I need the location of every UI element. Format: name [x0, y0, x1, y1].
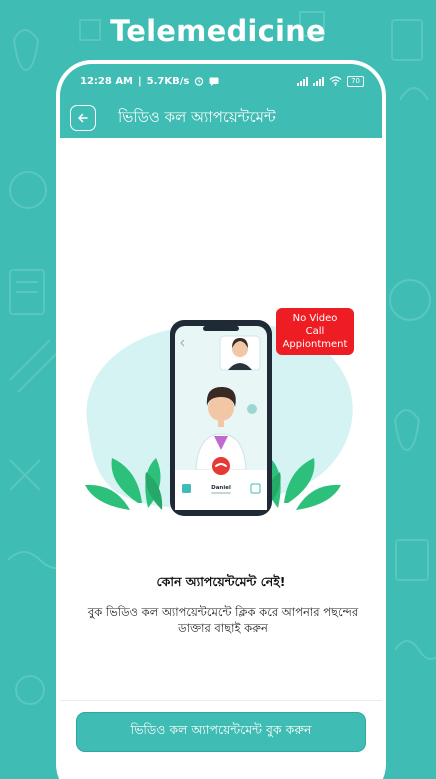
- arrow-left-icon: [78, 113, 88, 123]
- back-button[interactable]: [70, 105, 96, 131]
- signal-icon: [297, 76, 309, 86]
- callee-name: Daniel: [211, 485, 231, 491]
- wifi-icon: [329, 76, 342, 86]
- page-title: ভিডিও কল অ্যাপয়েন্টমেন্ট: [118, 107, 276, 126]
- empty-state-description: বুক ভিডিও কল অ্যাপয়েন্টমেন্টে ক্লিক করে…: [87, 605, 359, 635]
- promo-title: Telemedicine: [110, 14, 326, 48]
- empty-state-heading: কোন অ্যাপয়েন্টমেন্ট নেই!: [156, 574, 286, 589]
- content-area: Daniel No Video Call Appiontment কোন অ্য…: [60, 138, 382, 698]
- phone-frame: 12:28 AM | 5.7KB/s 70 ভিডিও কল অ্যাপয়েন…: [56, 60, 386, 779]
- message-icon: [209, 77, 219, 86]
- app-bar: ভিডিও কল অ্যাপয়েন্টমেন্ট: [60, 98, 382, 138]
- status-time: 12:28 AM: [80, 75, 134, 87]
- alarm-icon: [195, 77, 204, 86]
- signal-icon: [313, 76, 325, 86]
- no-appointment-badge: No Video Call Appiontment: [276, 308, 354, 355]
- divider: [60, 700, 382, 701]
- status-network-speed: 5.7KB/s: [146, 75, 190, 87]
- book-video-call-button[interactable]: ভিডিও কল অ্যাপয়েন্টমেন্ট বুক করুন: [76, 712, 366, 752]
- status-bar: 12:28 AM | 5.7KB/s 70: [60, 64, 382, 98]
- battery-indicator: 70: [347, 75, 364, 87]
